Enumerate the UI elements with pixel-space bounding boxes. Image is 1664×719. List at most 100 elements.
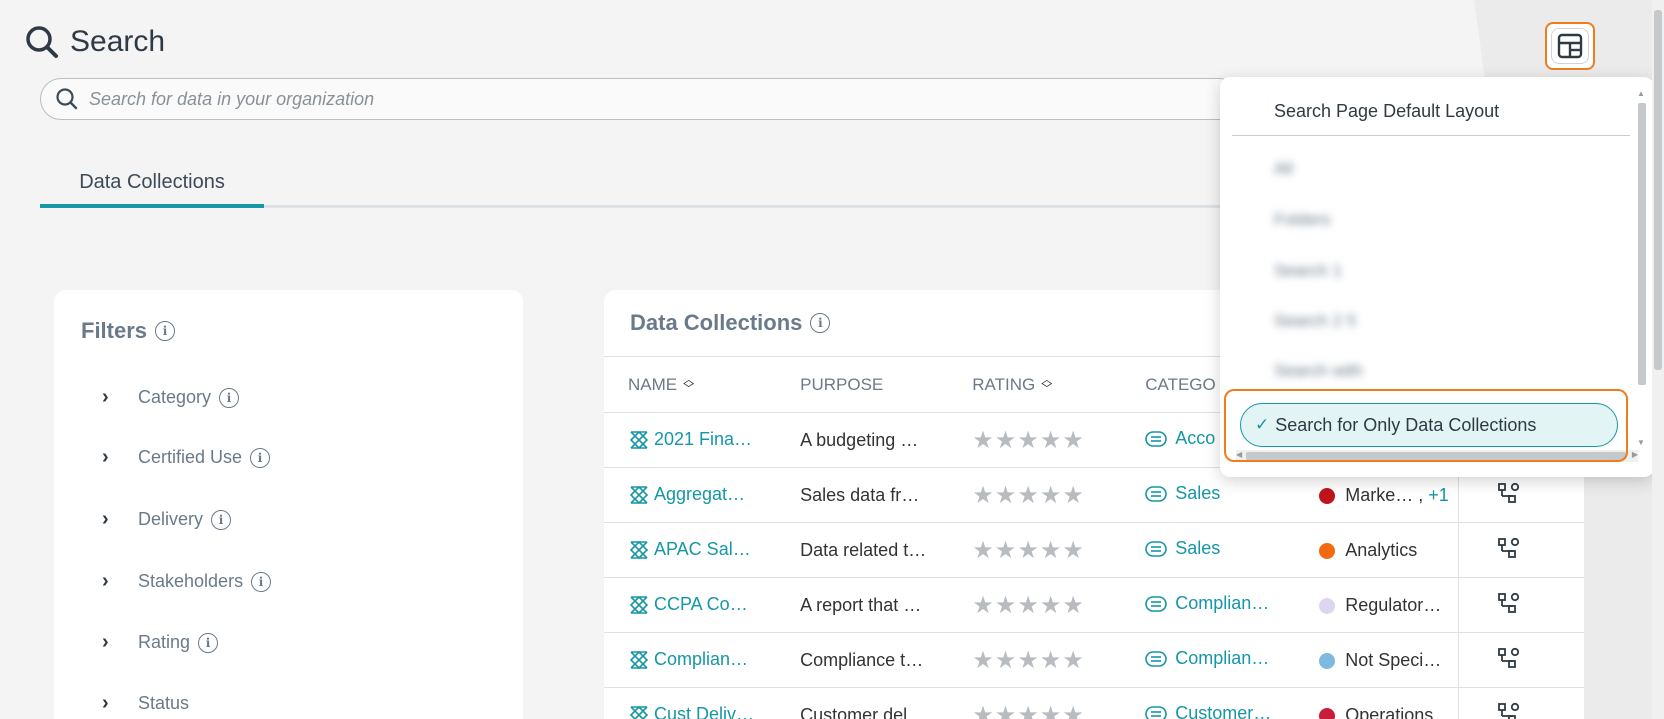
rating-cell[interactable]: ★★★★★ — [948, 412, 1122, 468]
scrollbar-thumb[interactable] — [1638, 103, 1646, 385]
lineage-cell[interactable] — [1457, 687, 1560, 719]
rating-stars[interactable]: ★★★★★ — [972, 592, 1085, 619]
rating-stars[interactable]: ★★★★★ — [972, 482, 1085, 509]
category-cell[interactable]: Complian… — [1121, 632, 1296, 688]
category-cell[interactable]: Sales — [1121, 522, 1296, 578]
layout-option-blurred[interactable]: All — [1274, 159, 1293, 179]
info-icon[interactable]: i — [211, 509, 232, 530]
collection-name-link[interactable]: CCPA Co… — [654, 594, 748, 614]
column-rating[interactable]: RATING ︿ ﹀ — [948, 356, 1122, 413]
default-layout-option[interactable]: Search Page Default Layout — [1274, 101, 1499, 122]
layout-option-data-collections[interactable]: ✓ Search for Only Data Collections — [1240, 403, 1618, 447]
info-icon[interactable]: i — [219, 387, 240, 408]
category-link[interactable]: Acco — [1145, 428, 1215, 449]
rating-stars[interactable]: ★★★★★ — [972, 647, 1085, 674]
row-spacer — [1560, 632, 1584, 688]
rating-cell[interactable]: ★★★★★ — [948, 522, 1122, 578]
data-collection-icon — [629, 650, 649, 670]
collection-name-cell[interactable]: Cust Deliv… — [604, 687, 777, 719]
tag-cell: Not Speci… — [1295, 632, 1459, 688]
collection-name-link[interactable]: Aggregat… — [654, 484, 745, 504]
rating-cell[interactable]: ★★★★★ — [948, 632, 1122, 688]
sort-icon[interactable]: ︿ ﹀ — [1041, 375, 1052, 395]
scroll-right-arrow[interactable]: ▶ — [1632, 450, 1638, 459]
category-link[interactable]: Sales — [1145, 483, 1220, 504]
filter-label: Delivery — [138, 509, 204, 529]
collection-name-cell[interactable]: 2021 Fina… — [604, 412, 777, 468]
row-spacer — [1560, 577, 1584, 633]
category-cell[interactable]: Customer… — [1121, 687, 1296, 719]
collection-name-cell[interactable]: CCPA Co… — [604, 577, 777, 633]
category-cell[interactable]: Complian… — [1121, 577, 1296, 633]
info-icon[interactable]: i — [810, 313, 831, 333]
collection-name-link[interactable]: 2021 Fina… — [654, 429, 752, 449]
layout-option-blurred[interactable]: Search 2 5 — [1274, 311, 1356, 331]
data-collection-icon — [629, 540, 649, 560]
rating-stars[interactable]: ★★★★★ — [972, 427, 1085, 454]
rating-stars[interactable]: ★★★★★ — [972, 537, 1085, 564]
chevron-right-icon: › — [102, 570, 109, 592]
column-name[interactable]: NAME ︿ ﹀ — [604, 356, 777, 413]
data-collection-icon — [629, 430, 649, 450]
data-collections-header: Data Collections i — [630, 310, 831, 336]
table-row[interactable]: Complian… Compliance t… ★★★★★ Complian… Not … — [604, 632, 1584, 688]
collection-name-cell[interactable]: Aggregat… — [604, 467, 777, 523]
layout-option-blurred[interactable]: Search 1 — [1274, 261, 1342, 281]
search-input[interactable] — [89, 88, 1189, 110]
rating-cell[interactable]: ★★★★★ — [948, 467, 1122, 523]
filter-certified-use[interactable]: › Certified Use i — [102, 446, 271, 469]
search-bar[interactable] — [40, 78, 1240, 120]
lineage-cell[interactable] — [1457, 577, 1560, 633]
collection-name-link[interactable]: Complian… — [654, 649, 748, 669]
info-icon[interactable]: i — [198, 632, 219, 653]
category-link[interactable]: Customer… — [1145, 703, 1271, 719]
category-icon — [1145, 705, 1168, 719]
filter-category[interactable]: › Category i — [102, 386, 240, 409]
filter-label: Rating — [138, 632, 191, 652]
layout-switcher-button[interactable] — [1545, 22, 1595, 70]
collection-name-link[interactable]: Cust Deliv… — [654, 704, 754, 719]
category-link[interactable]: Complian… — [1145, 593, 1269, 614]
collection-purpose: Compliance t… — [776, 632, 949, 688]
chevron-right-icon: › — [102, 631, 109, 653]
scrollbar-thumb[interactable] — [1654, 10, 1662, 370]
tag-color-dot — [1319, 597, 1336, 614]
layout-option-blurred[interactable]: Folders — [1274, 210, 1331, 230]
table-row[interactable]: CCPA Co… A report that … ★★★★★ Complian… Reg… — [604, 577, 1584, 633]
sort-icon[interactable]: ︿ ﹀ — [683, 375, 694, 395]
tag-label: Marke… , — [1345, 484, 1424, 505]
info-icon[interactable]: i — [250, 447, 271, 468]
check-icon: ✓ — [1255, 415, 1270, 434]
rating-stars[interactable]: ★★★★★ — [972, 702, 1085, 719]
info-icon[interactable]: i — [155, 321, 176, 341]
tag-cell: Regulator… — [1295, 577, 1459, 633]
collection-name-link[interactable]: APAC Sal… — [654, 539, 751, 559]
category-label: Complian… — [1175, 648, 1270, 669]
category-link[interactable]: Complian… — [1145, 648, 1269, 669]
page-scrollbar[interactable] — [1652, 0, 1664, 719]
info-icon[interactable]: i — [251, 571, 272, 592]
filter-rating[interactable]: › Rating i — [102, 631, 219, 654]
filter-delivery[interactable]: › Delivery i — [102, 508, 232, 531]
collection-name-cell[interactable]: APAC Sal… — [604, 522, 777, 578]
lineage-cell[interactable] — [1457, 522, 1560, 578]
rating-cell[interactable]: ★★★★★ — [948, 577, 1122, 633]
filters-header: Filters i — [81, 318, 176, 344]
collection-name-cell[interactable]: Complian… — [604, 632, 777, 688]
table-row[interactable]: APAC Sal… Data related t… ★★★★★ Sales Analyt… — [604, 522, 1584, 578]
table-row[interactable]: Cust Deliv… Customer del… ★★★★★ Customer… Op… — [604, 687, 1584, 719]
more-tags-link[interactable]: +1 — [1428, 485, 1449, 505]
lineage-cell[interactable] — [1457, 632, 1560, 688]
dropdown-vertical-scrollbar[interactable]: ▲ ▼ — [1636, 89, 1648, 447]
filter-stakeholders[interactable]: › Stakeholders i — [102, 570, 272, 593]
scroll-up-arrow[interactable]: ▲ — [1637, 89, 1645, 98]
layout-option-blurred[interactable]: Search with — [1274, 361, 1363, 381]
category-link[interactable]: Sales — [1145, 538, 1220, 559]
filter-status[interactable]: › Status — [102, 692, 189, 715]
tag-label: Analytics — [1345, 539, 1418, 560]
tab-data-collections[interactable]: Data Collections — [40, 160, 264, 208]
rating-cell[interactable]: ★★★★★ — [948, 687, 1122, 719]
scroll-down-arrow[interactable]: ▼ — [1637, 438, 1645, 447]
category-label: Acco — [1175, 428, 1216, 449]
chevron-right-icon: › — [102, 508, 109, 530]
